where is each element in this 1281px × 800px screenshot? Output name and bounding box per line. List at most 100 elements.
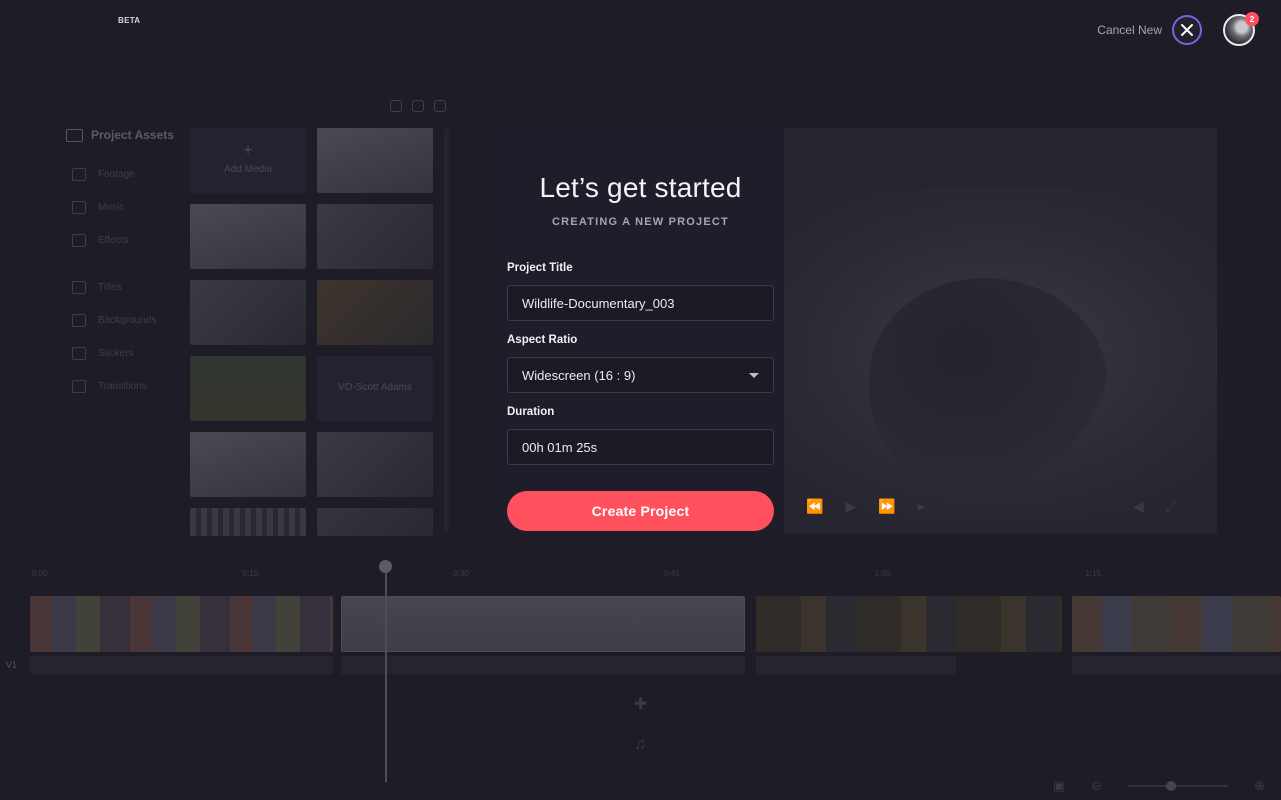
cancel-new-label[interactable]: Cancel New	[1097, 23, 1162, 37]
cancel-new-button[interactable]	[1172, 15, 1202, 45]
text-icon	[72, 281, 86, 294]
sidebar-item-label: Music	[98, 202, 125, 213]
fullscreen-icon[interactable]: ⤢	[1166, 498, 1177, 515]
create-project-button[interactable]: Create Project	[507, 491, 774, 531]
sidebar-item-label: Stickers	[98, 348, 134, 359]
beta-badge: BETA	[118, 16, 141, 25]
audio-asset-label: VO-Scott Adams	[338, 382, 412, 393]
search-icon[interactable]	[390, 100, 402, 112]
aspect-ratio-value: Widescreen (16 : 9)	[522, 367, 636, 383]
timeline-clip[interactable]	[1072, 596, 1281, 652]
notification-badge: 2	[1245, 12, 1259, 26]
asset-thumbnail[interactable]	[190, 356, 306, 421]
duration-input[interactable]: 00h 01m 25s	[507, 429, 774, 465]
asset-thumbnail[interactable]	[317, 280, 433, 345]
ruler-tick: 1:00	[874, 569, 891, 578]
add-media-tile[interactable]: + Add Media	[190, 128, 306, 193]
rewind-icon[interactable]: ⏪	[806, 498, 823, 515]
add-track-icon[interactable]: ✚	[634, 694, 647, 714]
audio-track-segment[interactable]	[1072, 656, 1281, 674]
ruler-tick: 0:45	[664, 569, 680, 578]
assets-sidebar: Project Assets Footage Music Effects Tit…	[60, 128, 185, 403]
ruler-tick: 1:15	[1085, 569, 1101, 578]
sidebar-header[interactable]: Project Assets	[60, 128, 185, 142]
aspect-ratio-label: Aspect Ratio	[507, 334, 578, 346]
asset-thumbnail[interactable]	[190, 204, 306, 269]
modal-title: Let’s get started	[539, 172, 742, 203]
asset-thumbnail[interactable]	[317, 432, 433, 497]
layout-icon[interactable]: ▣	[1053, 778, 1065, 794]
add-media-label: Add Media	[224, 164, 272, 175]
asset-toolbar	[390, 100, 446, 112]
fast-forward-icon[interactable]: ⏩	[878, 498, 895, 515]
play-icon[interactable]: ▶	[845, 498, 856, 515]
skip-forward-icon[interactable]: ▸	[918, 498, 925, 515]
audio-track-segment[interactable]	[756, 656, 956, 674]
asset-grid: + Add Media VO-Scott Adams	[190, 128, 434, 536]
sidebar-item-label: Footage	[98, 169, 135, 180]
close-icon	[1181, 24, 1193, 36]
asset-thumbnail[interactable]	[317, 204, 433, 269]
audio-track-segment[interactable]	[30, 656, 333, 674]
ruler-tick: 0:30	[453, 569, 469, 578]
project-title-input[interactable]: Wildlife-Documentary_003	[507, 285, 774, 321]
timeline-clip[interactable]	[341, 596, 745, 652]
duration-label: Duration	[507, 406, 555, 418]
playback-controls: ◂ ⏪ ▶ ⏩ ▸	[777, 498, 925, 515]
timeline-ruler: 0:00 0:15 0:30 0:45 1:00 1:15	[32, 569, 1281, 578]
timeline-zoom-controls: ▣ ⊖ ⊕	[1053, 778, 1265, 794]
project-title-value: Wildlife-Documentary_003	[522, 295, 675, 311]
avatar[interactable]: 2	[1223, 12, 1259, 46]
timeline-clip[interactable]	[30, 596, 333, 652]
sidebar-item-backgrounds[interactable]: Backgrounds	[60, 304, 185, 337]
sidebar-item-label: Backgrounds	[98, 315, 157, 326]
track-label: V1	[6, 660, 18, 670]
asset-thumbnail[interactable]	[190, 432, 306, 497]
sidebar-item-footage[interactable]: Footage	[60, 158, 185, 191]
zoom-out-icon[interactable]: ⊖	[1091, 778, 1102, 794]
ruler-tick: 0:15	[242, 569, 259, 578]
music-note-icon[interactable]: ♫	[634, 736, 646, 754]
chevron-down-icon	[749, 372, 759, 378]
sidebar-item-stickers[interactable]: Stickers	[60, 337, 185, 370]
asset-thumbnail[interactable]	[190, 280, 306, 345]
sidebar-item-transitions[interactable]: Transitions	[60, 370, 185, 403]
audio-asset-tile[interactable]: VO-Scott Adams	[317, 356, 433, 421]
preview-frame	[869, 278, 1109, 488]
sidebar-item-label: Effects	[98, 235, 129, 246]
sticker-icon	[72, 347, 86, 360]
transition-icon	[72, 380, 86, 393]
timeline: 0:00 0:15 0:30 0:45 1:00 1:15 V1 ✚ ♫ ▣ ⊖…	[0, 552, 1281, 800]
project-title-label: Project Title	[507, 262, 573, 274]
modal-subtitle: CREATING A NEW PROJECT	[552, 216, 729, 228]
top-bar: Cancel New 2	[1097, 12, 1259, 46]
asset-thumbnail[interactable]	[317, 508, 433, 536]
background-icon	[72, 314, 86, 327]
zoom-in-icon[interactable]: ⊕	[1254, 778, 1265, 794]
timeline-clip[interactable]	[756, 596, 1062, 652]
music-icon	[72, 201, 86, 214]
zoom-slider[interactable]	[1128, 781, 1229, 791]
sidebar-item-titles[interactable]: Titles	[60, 271, 185, 304]
sidebar-header-label: Project Assets	[91, 128, 174, 142]
asset-thumbnail[interactable]	[317, 128, 433, 193]
playhead[interactable]	[380, 560, 391, 782]
expand-icon[interactable]	[434, 100, 446, 112]
audio-track-segment[interactable]	[341, 656, 745, 674]
preview-extra-controls: ◀ ⤢	[1133, 498, 1177, 515]
plus-icon: +	[243, 142, 253, 159]
volume-icon[interactable]: ◀	[1133, 498, 1144, 515]
sidebar-item-label: Transitions	[98, 381, 147, 392]
duration-value: 00h 01m 25s	[522, 439, 598, 455]
asset-scrollbar[interactable]	[444, 128, 449, 533]
ruler-tick: 0:00	[32, 569, 48, 578]
film-icon	[72, 168, 86, 181]
grid-icon[interactable]	[412, 100, 424, 112]
sidebar-item-music[interactable]: Music	[60, 191, 185, 224]
asset-thumbnail[interactable]	[190, 508, 306, 536]
effects-icon	[72, 234, 86, 247]
folder-icon	[66, 128, 83, 142]
sidebar-item-effects[interactable]: Effects	[60, 224, 185, 257]
sidebar-item-label: Titles	[98, 282, 122, 293]
aspect-ratio-select[interactable]: Widescreen (16 : 9)	[507, 357, 774, 393]
